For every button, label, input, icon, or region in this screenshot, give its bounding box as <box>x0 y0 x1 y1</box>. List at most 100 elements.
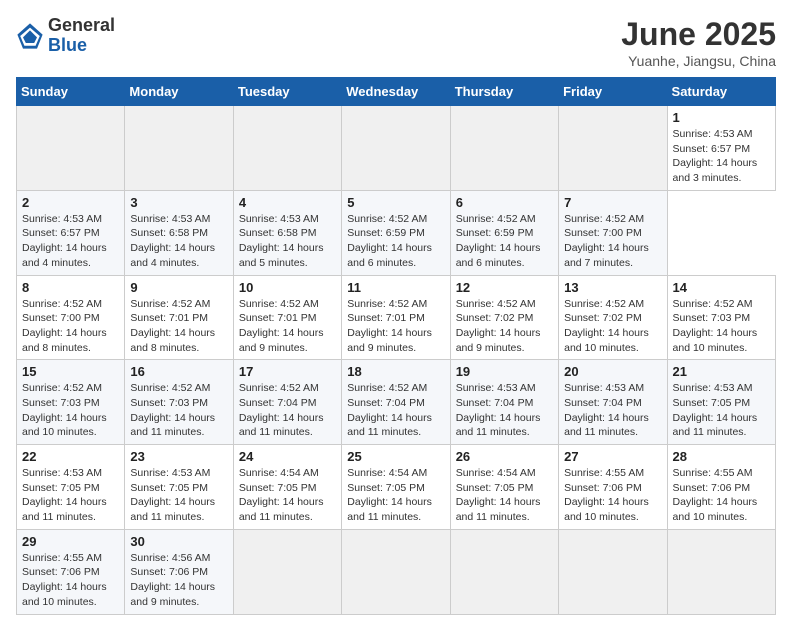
calendar-cell: 18 Sunrise: 4:52 AMSunset: 7:04 PMDayligh… <box>342 360 450 445</box>
calendar-cell: 5 Sunrise: 4:52 AMSunset: 6:59 PMDaylight… <box>342 190 450 275</box>
day-header-saturday: Saturday <box>667 78 775 106</box>
calendar-cell <box>559 106 667 191</box>
calendar-cell: 23 Sunrise: 4:53 AMSunset: 7:05 PMDayligh… <box>125 445 233 530</box>
day-info: Sunrise: 4:52 AMSunset: 7:00 PMDaylight:… <box>22 297 119 356</box>
calendar-cell: 15Sunrise: 4:52 AMSunset: 7:03 PMDayligh… <box>17 360 125 445</box>
calendar-cell: 21Sunrise: 4:53 AMSunset: 7:05 PMDayligh… <box>667 360 775 445</box>
month-title: June 2025 <box>621 16 776 53</box>
day-info: Sunrise: 4:52 AMSunset: 6:59 PMDaylight:… <box>456 212 553 271</box>
calendar-cell <box>559 529 667 614</box>
day-info: Sunrise: 4:52 AMSunset: 7:03 PMDaylight:… <box>673 297 770 356</box>
calendar-cell: 7Sunrise: 4:52 AMSunset: 7:00 PMDaylight… <box>559 190 667 275</box>
calendar-cell: 8 Sunrise: 4:52 AMSunset: 7:00 PMDaylight… <box>17 275 125 360</box>
logo-blue-text: Blue <box>48 35 87 55</box>
day-info: Sunrise: 4:53 AMSunset: 6:58 PMDaylight:… <box>130 212 227 271</box>
day-info: Sunrise: 4:54 AMSunset: 7:05 PMDaylight:… <box>347 466 444 525</box>
day-number: 6 <box>456 195 553 210</box>
day-number: 9 <box>130 280 227 295</box>
calendar-cell <box>342 529 450 614</box>
day-number: 15 <box>22 364 119 379</box>
day-header-monday: Monday <box>125 78 233 106</box>
logo-general-text: General <box>48 15 115 35</box>
day-info: Sunrise: 4:53 AMSunset: 6:57 PMDaylight:… <box>673 127 770 186</box>
calendar-cell: 13 Sunrise: 4:52 AMSunset: 7:02 PMDayligh… <box>559 275 667 360</box>
day-info: Sunrise: 4:52 AMSunset: 7:04 PMDaylight:… <box>239 381 336 440</box>
day-number: 17 <box>239 364 336 379</box>
day-number: 10 <box>239 280 336 295</box>
day-number: 27 <box>564 449 661 464</box>
calendar-cell <box>233 106 341 191</box>
day-info: Sunrise: 4:53 AMSunset: 6:58 PMDaylight:… <box>239 212 336 271</box>
calendar-cell: 2 Sunrise: 4:53 AMSunset: 6:57 PMDaylight… <box>17 190 125 275</box>
logo: General Blue <box>16 16 115 56</box>
day-info: Sunrise: 4:52 AMSunset: 7:02 PMDaylight:… <box>456 297 553 356</box>
day-number: 11 <box>347 280 444 295</box>
day-number: 13 <box>564 280 661 295</box>
day-number: 8 <box>22 280 119 295</box>
day-header-wednesday: Wednesday <box>342 78 450 106</box>
day-info: Sunrise: 4:53 AMSunset: 6:57 PMDaylight:… <box>22 212 119 271</box>
calendar-cell: 14 Sunrise: 4:52 AMSunset: 7:03 PMDayligh… <box>667 275 775 360</box>
day-info: Sunrise: 4:52 AMSunset: 6:59 PMDaylight:… <box>347 212 444 271</box>
day-number: 22 <box>22 449 119 464</box>
title-block: June 2025 Yuanhe, Jiangsu, China <box>621 16 776 69</box>
day-number: 23 <box>130 449 227 464</box>
logo-icon <box>16 22 44 50</box>
calendar-table: SundayMondayTuesdayWednesdayThursdayFrid… <box>16 77 776 615</box>
calendar-cell: 19 Sunrise: 4:53 AMSunset: 7:04 PMDayligh… <box>450 360 558 445</box>
calendar-cell <box>17 106 125 191</box>
day-number: 16 <box>130 364 227 379</box>
day-number: 25 <box>347 449 444 464</box>
day-info: Sunrise: 4:53 AMSunset: 7:05 PMDaylight:… <box>130 466 227 525</box>
day-number: 18 <box>347 364 444 379</box>
calendar-cell: 17 Sunrise: 4:52 AMSunset: 7:04 PMDayligh… <box>233 360 341 445</box>
day-info: Sunrise: 4:52 AMSunset: 7:01 PMDaylight:… <box>347 297 444 356</box>
day-info: Sunrise: 4:53 AMSunset: 7:04 PMDaylight:… <box>564 381 661 440</box>
day-header-sunday: Sunday <box>17 78 125 106</box>
day-info: Sunrise: 4:53 AMSunset: 7:04 PMDaylight:… <box>456 381 553 440</box>
calendar-cell: 11 Sunrise: 4:52 AMSunset: 7:01 PMDayligh… <box>342 275 450 360</box>
calendar-cell: 27Sunrise: 4:55 AMSunset: 7:06 PMDayligh… <box>559 445 667 530</box>
day-number: 1 <box>673 110 770 125</box>
day-info: Sunrise: 4:53 AMSunset: 7:05 PMDaylight:… <box>22 466 119 525</box>
calendar-cell: 9 Sunrise: 4:52 AMSunset: 7:01 PMDaylight… <box>125 275 233 360</box>
location-subtitle: Yuanhe, Jiangsu, China <box>621 53 776 69</box>
day-info: Sunrise: 4:54 AMSunset: 7:05 PMDaylight:… <box>239 466 336 525</box>
day-info: Sunrise: 4:52 AMSunset: 7:01 PMDaylight:… <box>130 297 227 356</box>
calendar-cell <box>233 529 341 614</box>
day-number: 5 <box>347 195 444 210</box>
calendar-cell: 24 Sunrise: 4:54 AMSunset: 7:05 PMDayligh… <box>233 445 341 530</box>
calendar-cell <box>342 106 450 191</box>
day-number: 2 <box>22 195 119 210</box>
day-header-friday: Friday <box>559 78 667 106</box>
calendar-header-row: SundayMondayTuesdayWednesdayThursdayFrid… <box>17 78 776 106</box>
calendar-cell: 29Sunrise: 4:55 AMSunset: 7:06 PMDayligh… <box>17 529 125 614</box>
day-info: Sunrise: 4:52 AMSunset: 7:04 PMDaylight:… <box>347 381 444 440</box>
calendar-cell <box>450 529 558 614</box>
calendar-week-row: 1 Sunrise: 4:53 AMSunset: 6:57 PMDaylight… <box>17 106 776 191</box>
calendar-cell <box>450 106 558 191</box>
day-info: Sunrise: 4:53 AMSunset: 7:05 PMDaylight:… <box>673 381 770 440</box>
day-number: 19 <box>456 364 553 379</box>
calendar-week-row: 22 Sunrise: 4:53 AMSunset: 7:05 PMDayligh… <box>17 445 776 530</box>
day-number: 4 <box>239 195 336 210</box>
day-header-thursday: Thursday <box>450 78 558 106</box>
day-header-tuesday: Tuesday <box>233 78 341 106</box>
day-number: 24 <box>239 449 336 464</box>
calendar-cell: 30 Sunrise: 4:56 AMSunset: 7:06 PMDayligh… <box>125 529 233 614</box>
day-info: Sunrise: 4:56 AMSunset: 7:06 PMDaylight:… <box>130 551 227 610</box>
calendar-cell: 16Sunrise: 4:52 AMSunset: 7:03 PMDayligh… <box>125 360 233 445</box>
calendar-cell: 6 Sunrise: 4:52 AMSunset: 6:59 PMDaylight… <box>450 190 558 275</box>
day-info: Sunrise: 4:55 AMSunset: 7:06 PMDaylight:… <box>22 551 119 610</box>
day-number: 14 <box>673 280 770 295</box>
calendar-week-row: 2 Sunrise: 4:53 AMSunset: 6:57 PMDaylight… <box>17 190 776 275</box>
day-number: 7 <box>564 195 661 210</box>
day-number: 30 <box>130 534 227 549</box>
calendar-cell: 12Sunrise: 4:52 AMSunset: 7:02 PMDayligh… <box>450 275 558 360</box>
calendar-week-row: 29Sunrise: 4:55 AMSunset: 7:06 PMDayligh… <box>17 529 776 614</box>
day-info: Sunrise: 4:52 AMSunset: 7:01 PMDaylight:… <box>239 297 336 356</box>
day-info: Sunrise: 4:52 AMSunset: 7:02 PMDaylight:… <box>564 297 661 356</box>
calendar-cell <box>667 529 775 614</box>
calendar-cell: 20Sunrise: 4:53 AMSunset: 7:04 PMDayligh… <box>559 360 667 445</box>
day-number: 26 <box>456 449 553 464</box>
